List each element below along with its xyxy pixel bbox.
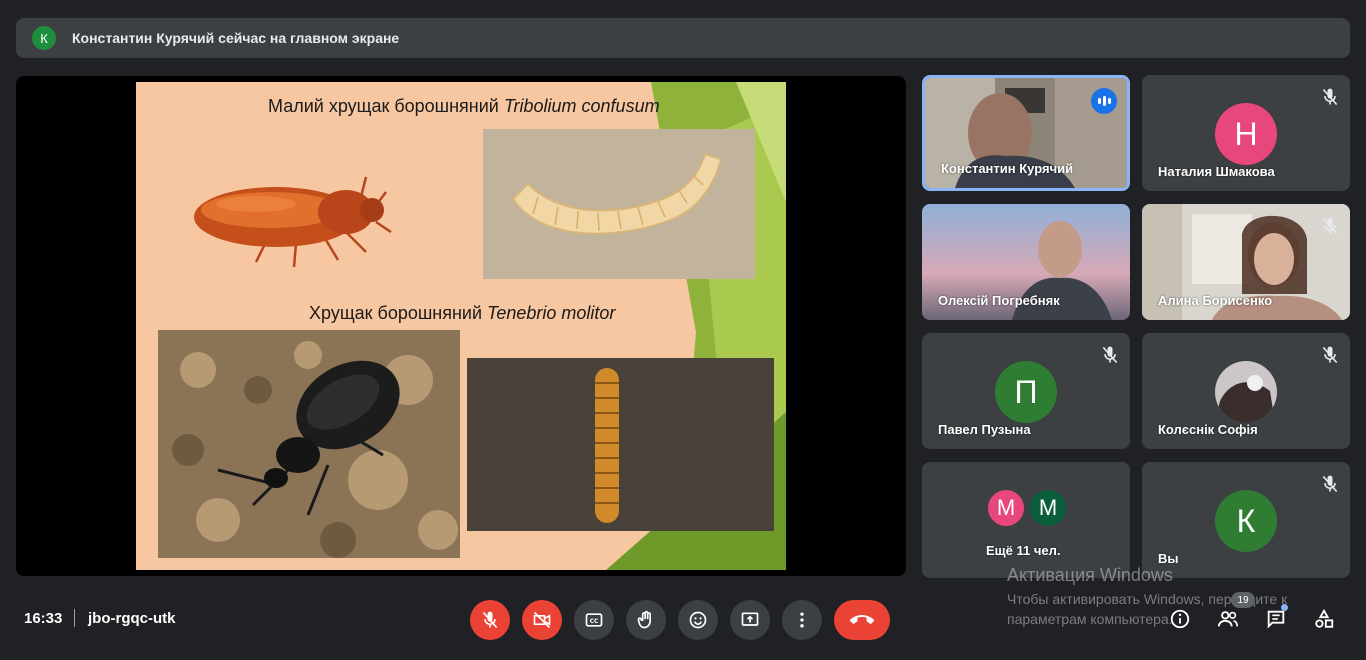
captions-button[interactable]: CC <box>574 600 614 640</box>
participant-name: Константин Курячий <box>941 161 1074 176</box>
self-tile[interactable]: К Вы <box>1142 462 1350 578</box>
svg-text:CC: CC <box>590 619 599 625</box>
more-options-button[interactable] <box>782 600 822 640</box>
participant-avatar: М <box>986 488 1026 528</box>
mic-off-icon <box>1102 346 1118 364</box>
chat-notification-dot <box>1281 604 1288 611</box>
mic-off-icon <box>482 611 498 629</box>
participant-name: Олексій Погребняк <box>938 293 1060 308</box>
raise-hand-button[interactable] <box>626 600 666 640</box>
meet-window: К Константин Курячий сейчас на главном э… <box>0 0 1366 660</box>
meeting-time: 16:33 <box>24 610 63 627</box>
hand-icon <box>637 610 651 629</box>
emoji-icon <box>689 611 707 629</box>
activities-button[interactable] <box>1311 606 1337 632</box>
participant-tile-4[interactable]: Алина Борисенко <box>1142 204 1350 320</box>
others-count: Ещё 11 чел. <box>986 543 1061 558</box>
slide-title-2: Хрущак борошняний Tenebrio molitor <box>309 303 616 323</box>
participant-tile-5[interactable]: П Павел Пузына <box>922 333 1130 449</box>
larva-photo-tribolium <box>483 129 755 279</box>
others-tile[interactable]: М М Ещё 11 чел. <box>922 462 1130 578</box>
reactions-button[interactable] <box>678 600 718 640</box>
participant-tile-2[interactable]: Н Наталия Шмакова <box>1142 75 1350 191</box>
more-vert-icon <box>800 612 804 628</box>
presentation-slide: Малий хрущак борошняний Tribolium confus… <box>136 82 786 570</box>
beetle-photo-tribolium <box>176 142 406 272</box>
participants-button[interactable] <box>1215 606 1241 632</box>
camera-off-icon <box>533 611 551 629</box>
participant-name: Павел Пузына <box>938 422 1031 437</box>
mic-off-icon <box>1322 88 1338 106</box>
participants-count-badge: 19 <box>1231 592 1255 608</box>
participant-name: Алина Борисенко <box>1158 293 1273 308</box>
participant-avatar: П <box>995 361 1057 423</box>
present-icon <box>741 612 759 626</box>
leave-call-button[interactable] <box>834 600 890 640</box>
main-stage[interactable]: Малий хрущак борошняний Tribolium confus… <box>16 76 906 576</box>
presentation-banner: К Константин Курячий сейчас на главном э… <box>16 18 1350 58</box>
others-avatars: М М <box>986 488 1068 528</box>
participant-name: Колєснік Софія <box>1158 422 1258 437</box>
speaking-indicator-icon <box>1091 88 1117 114</box>
participant-tile-1[interactable]: Константин Курячий <box>922 75 1130 191</box>
mic-off-icon <box>1322 346 1338 364</box>
captions-icon: CC <box>585 613 603 627</box>
present-screen-button[interactable] <box>730 600 770 640</box>
participant-tile-3[interactable]: Олексій Погребняк <box>922 204 1130 320</box>
mic-off-icon <box>1322 217 1338 235</box>
participant-avatar: Н <box>1215 103 1277 165</box>
chat-icon <box>1267 610 1285 629</box>
participant-name: Вы <box>1158 551 1179 566</box>
mic-off-icon <box>1322 475 1338 493</box>
hang-up-icon <box>850 615 874 624</box>
participant-avatar: К <box>1215 490 1277 552</box>
camera-toggle-button[interactable] <box>522 600 562 640</box>
participant-tile-6[interactable]: Колєснік Софія <box>1142 333 1350 449</box>
meeting-code[interactable]: jbo-rgqc-utk <box>88 610 176 627</box>
meeting-details-button[interactable] <box>1167 606 1193 632</box>
info-icon <box>1170 609 1190 629</box>
presenter-avatar: К <box>32 26 56 50</box>
larva-photo-tenebrio <box>467 358 774 531</box>
activities-icon <box>1315 608 1334 628</box>
divider <box>74 609 75 627</box>
participant-name: Наталия Шмакова <box>1158 164 1275 179</box>
people-icon <box>1217 611 1238 627</box>
participant-photo-avatar <box>1215 361 1277 423</box>
beetle-photo-tenebrio <box>158 330 460 558</box>
participant-avatar: М <box>1028 488 1068 528</box>
windows-activation-title: Активация Windows <box>1007 565 1173 585</box>
slide-title-1: Малий хрущак борошняний Tribolium confus… <box>268 96 660 116</box>
presentation-banner-text: Константин Курячий сейчас на главном экр… <box>72 30 400 46</box>
mic-toggle-button[interactable] <box>470 600 510 640</box>
